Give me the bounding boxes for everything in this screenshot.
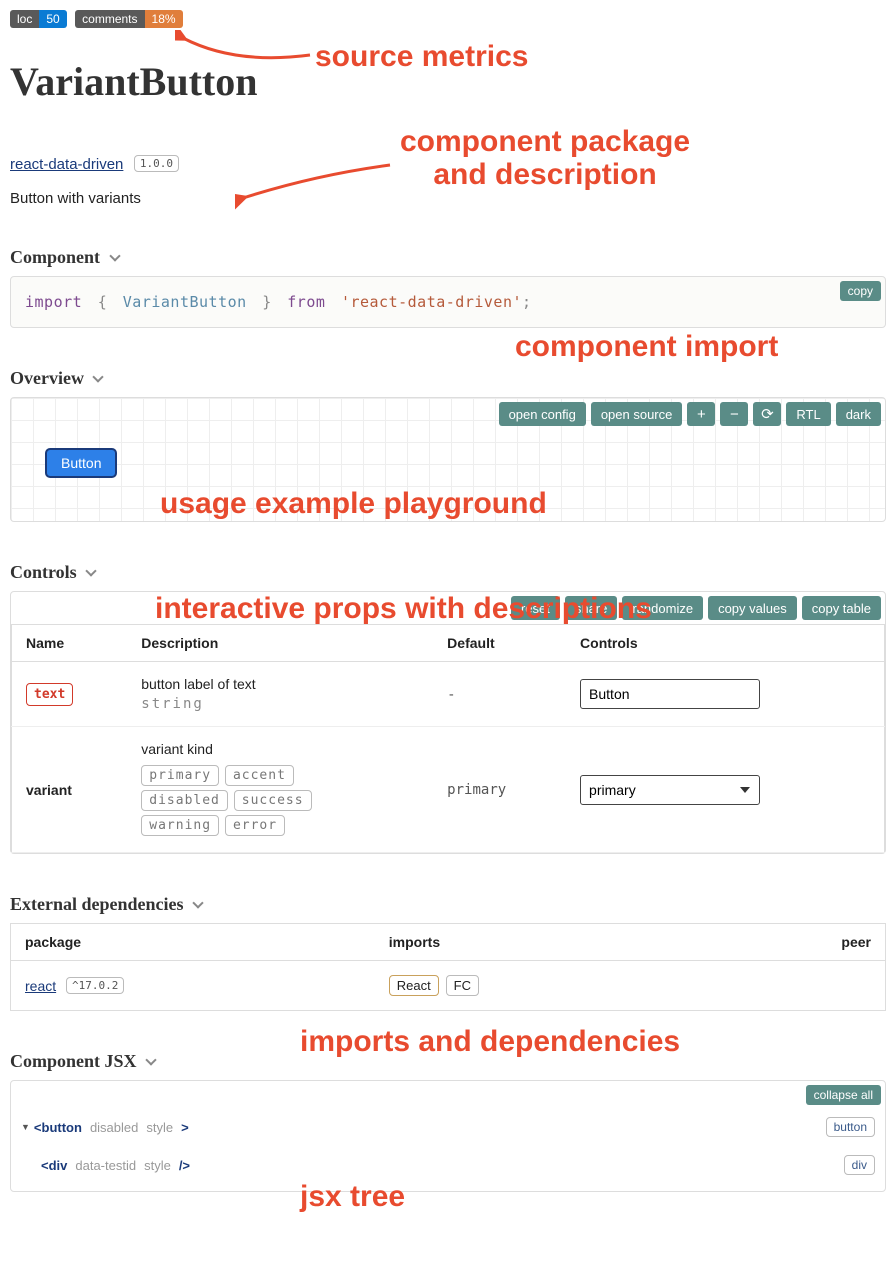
col-controls: Controls bbox=[566, 625, 884, 662]
col-default: Default bbox=[433, 625, 566, 662]
prop-desc: variant kind bbox=[141, 741, 419, 757]
import-chip: React bbox=[389, 975, 439, 996]
page-title: VariantButton bbox=[10, 58, 886, 105]
reset-zoom-button[interactable]: ⟳ bbox=[753, 402, 781, 426]
prop-default: - bbox=[447, 687, 455, 703]
demo-variant-button[interactable]: Button bbox=[45, 448, 117, 478]
import-chip: FC bbox=[446, 975, 479, 996]
col-imports: imports bbox=[375, 924, 720, 961]
copy-import-button[interactable]: copy bbox=[840, 281, 881, 301]
jsx-pill[interactable]: button bbox=[826, 1117, 875, 1137]
jsx-tree-panel: collapse all ▼ <button disabled style > … bbox=[10, 1080, 886, 1192]
loc-badge-key: loc bbox=[10, 10, 39, 28]
section-deps[interactable]: External dependencies bbox=[10, 894, 886, 915]
section-component[interactable]: Component bbox=[10, 247, 886, 268]
col-name: Name bbox=[12, 625, 128, 662]
chevron-down-icon bbox=[109, 250, 120, 261]
col-package: package bbox=[11, 924, 375, 961]
jsx-node-button[interactable]: ▼ <button disabled style > button bbox=[21, 1111, 875, 1143]
chevron-down-icon bbox=[192, 897, 203, 908]
controls-copy-values-button[interactable]: copy values bbox=[708, 596, 797, 620]
controls-reset-button[interactable]: reset bbox=[511, 596, 560, 620]
dark-toggle-button[interactable]: dark bbox=[836, 402, 881, 426]
deps-table: package imports peer react ^17.0.2 React… bbox=[10, 923, 886, 1011]
collapse-all-button[interactable]: collapse all bbox=[806, 1085, 881, 1105]
zoom-in-button[interactable]: + bbox=[687, 402, 715, 426]
comments-badge: comments 18% bbox=[75, 10, 182, 28]
caret-down-icon: ▼ bbox=[21, 1122, 30, 1132]
chevron-down-icon bbox=[86, 565, 97, 576]
open-config-button[interactable]: open config bbox=[499, 402, 586, 426]
enum-value: error bbox=[225, 815, 285, 836]
chevron-down-icon bbox=[93, 371, 104, 382]
table-row: react ^17.0.2 React FC bbox=[11, 961, 886, 1011]
zoom-out-button[interactable]: − bbox=[720, 402, 748, 426]
badges-row: loc 50 comments 18% bbox=[10, 10, 886, 28]
controls-toolbar: reset share randomize copy values copy t… bbox=[11, 592, 885, 624]
text-prop-input[interactable] bbox=[580, 679, 760, 709]
section-controls[interactable]: Controls bbox=[10, 562, 886, 583]
playground-toolbar: open config open source + − ⟳ RTL dark bbox=[499, 402, 881, 426]
variant-prop-select[interactable]: primary bbox=[580, 775, 760, 805]
jsx-node-div[interactable]: <div data-testid style /> div bbox=[21, 1149, 875, 1181]
package-link[interactable]: react-data-driven bbox=[10, 156, 123, 173]
controls-panel: reset share randomize copy values copy t… bbox=[10, 591, 886, 854]
loc-badge: loc 50 bbox=[10, 10, 67, 28]
enum-value: disabled bbox=[141, 790, 228, 811]
prop-desc: button label of text bbox=[141, 676, 419, 692]
enum-value: warning bbox=[141, 815, 219, 836]
section-overview[interactable]: Overview bbox=[10, 368, 886, 389]
comments-badge-key: comments bbox=[75, 10, 144, 28]
import-code-box: copy import { VariantButton } from 'reac… bbox=[10, 276, 886, 328]
chevron-down-icon bbox=[145, 1054, 156, 1065]
section-jsx[interactable]: Component JSX bbox=[10, 1051, 886, 1072]
enum-value: accent bbox=[225, 765, 294, 786]
rtl-toggle-button[interactable]: RTL bbox=[786, 402, 830, 426]
loc-badge-value: 50 bbox=[39, 10, 66, 28]
package-line: react-data-driven 1.0.0 bbox=[10, 155, 886, 174]
prop-name-variant: variant bbox=[26, 782, 72, 798]
comments-badge-value: 18% bbox=[145, 10, 183, 28]
open-source-button[interactable]: open source bbox=[591, 402, 683, 426]
annotation-import: component import bbox=[515, 330, 778, 364]
prop-name-text: text bbox=[26, 683, 73, 706]
controls-share-button[interactable]: share bbox=[565, 596, 618, 620]
table-row: variant variant kind primary accent disa… bbox=[12, 727, 885, 853]
prop-default: primary bbox=[447, 782, 506, 798]
prop-type: string bbox=[141, 696, 419, 712]
package-version: 1.0.0 bbox=[134, 155, 179, 172]
enum-value: primary bbox=[141, 765, 219, 786]
table-row: text button label of text string - bbox=[12, 662, 885, 727]
controls-copy-table-button[interactable]: copy table bbox=[802, 596, 881, 620]
jsx-pill[interactable]: div bbox=[844, 1155, 875, 1175]
col-peer: peer bbox=[720, 924, 885, 961]
component-description: Button with variants bbox=[10, 190, 886, 207]
controls-randomize-button[interactable]: randomize bbox=[622, 596, 703, 620]
dep-version: ^17.0.2 bbox=[66, 977, 124, 994]
dep-link-react[interactable]: react bbox=[25, 978, 56, 994]
col-desc: Description bbox=[127, 625, 433, 662]
playground: open config open source + − ⟳ RTL dark B… bbox=[10, 397, 886, 522]
enum-value: success bbox=[234, 790, 312, 811]
controls-table: Name Description Default Controls text b… bbox=[11, 624, 885, 853]
